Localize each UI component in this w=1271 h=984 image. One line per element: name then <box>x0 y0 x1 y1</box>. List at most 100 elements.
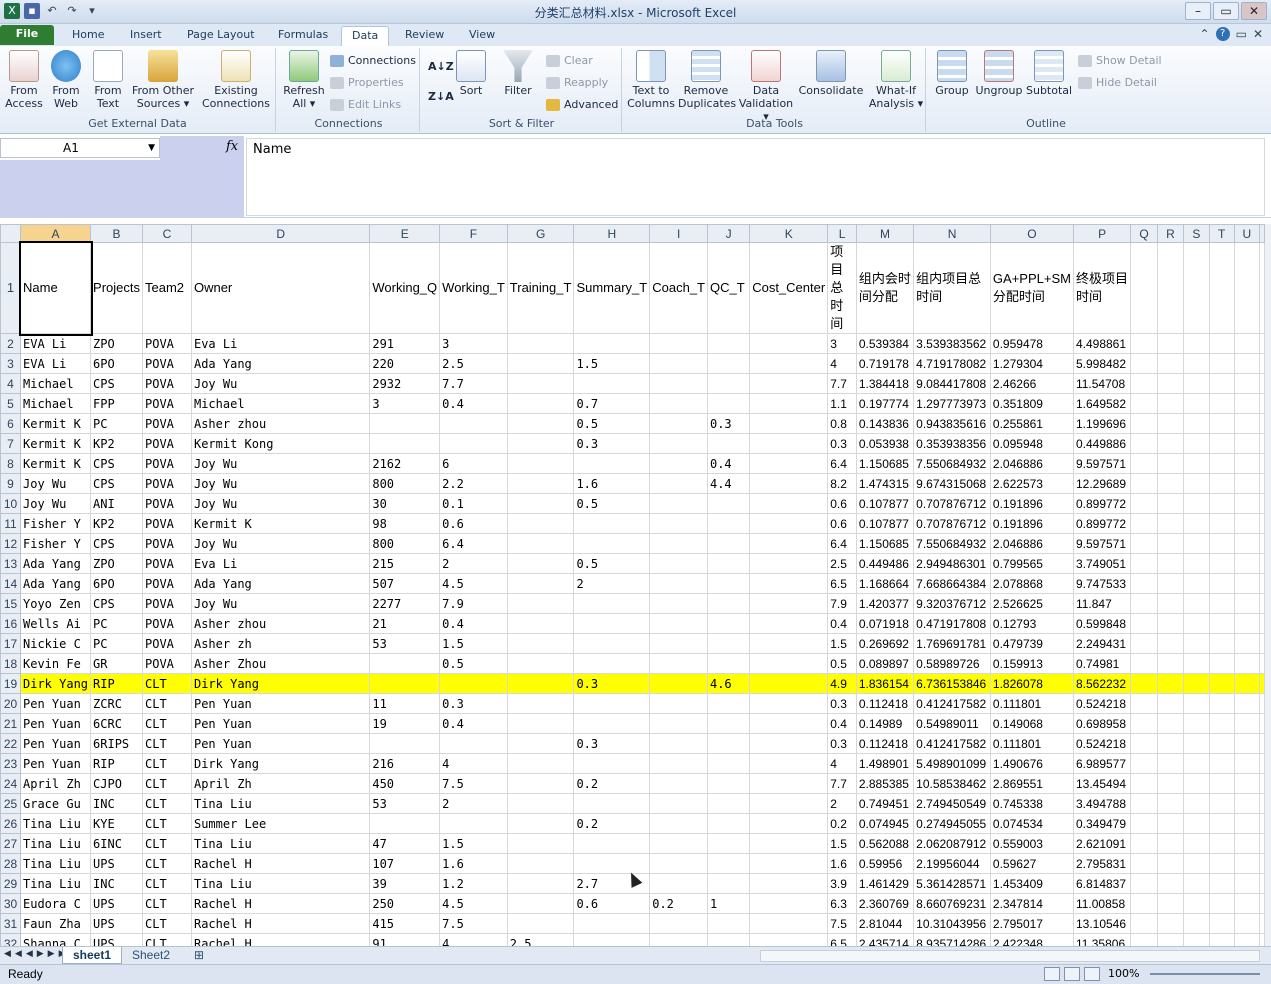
cell[interactable]: 9.084417808 <box>913 373 991 394</box>
cell[interactable]: Asher zhou <box>190 613 371 634</box>
cell[interactable] <box>1130 533 1158 554</box>
cell[interactable]: 0.719178 <box>855 353 915 374</box>
cell[interactable] <box>1183 773 1210 794</box>
cell[interactable]: 2.046886 <box>989 533 1074 554</box>
cell[interactable]: CLT <box>142 693 192 714</box>
cell[interactable]: 3.9 <box>827 873 857 894</box>
cell[interactable]: Ada Yang <box>19 553 92 574</box>
cell[interactable]: CLT <box>142 833 192 854</box>
row-header[interactable]: 7 <box>0 433 21 454</box>
cell[interactable]: CLT <box>142 913 192 934</box>
cell[interactable] <box>1208 513 1235 534</box>
chevron-down-icon[interactable]: ▼ <box>148 139 155 157</box>
cell[interactable]: 0.539384 <box>855 333 915 354</box>
cell[interactable]: CPS <box>90 453 143 474</box>
cell[interactable]: 0.191896 <box>989 513 1074 534</box>
cell[interactable]: POVA <box>142 453 192 474</box>
header-cell[interactable]: 项目总时间 <box>827 242 857 334</box>
cell[interactable] <box>1233 673 1261 694</box>
cell[interactable]: POVA <box>142 573 192 594</box>
cell[interactable] <box>706 573 751 594</box>
row-header[interactable]: 29 <box>0 873 21 894</box>
cell[interactable] <box>749 533 829 554</box>
cell[interactable]: Rachel H <box>190 933 371 946</box>
cell[interactable]: 2 <box>573 573 651 594</box>
cell[interactable] <box>1183 713 1210 734</box>
cell[interactable]: 0.599848 <box>1072 613 1132 634</box>
data-validation-button[interactable]: Data Validation ▾ <box>736 50 796 123</box>
cell[interactable]: POVA <box>142 393 192 414</box>
cell[interactable] <box>649 533 708 554</box>
cell[interactable]: 1.6 <box>573 473 651 494</box>
cell[interactable] <box>439 673 508 694</box>
cell[interactable]: 0.353938356 <box>913 433 991 454</box>
row-header[interactable]: 11 <box>0 513 21 534</box>
cell[interactable]: 2.078868 <box>989 573 1074 594</box>
cell[interactable]: 0.59627 <box>989 853 1074 874</box>
cell[interactable] <box>1156 593 1185 614</box>
cell[interactable] <box>649 853 708 874</box>
cell[interactable] <box>1130 593 1158 614</box>
cell[interactable] <box>1183 573 1210 594</box>
cell[interactable] <box>749 553 829 574</box>
cell[interactable] <box>1156 453 1185 474</box>
cell[interactable]: 1.279304 <box>989 353 1074 374</box>
cell[interactable]: POVA <box>142 553 192 574</box>
cell[interactable] <box>749 413 829 434</box>
cell[interactable]: 7.668664384 <box>913 573 991 594</box>
cell[interactable] <box>506 753 575 774</box>
cell[interactable]: 2.5 <box>827 553 857 574</box>
cell[interactable]: 4.6 <box>706 673 751 694</box>
cell[interactable]: FPP <box>90 393 143 414</box>
cell[interactable]: 0.274945055 <box>913 813 991 834</box>
cell[interactable]: 0.111801 <box>989 693 1074 714</box>
cell[interactable] <box>1208 393 1235 414</box>
cell[interactable] <box>1183 453 1210 474</box>
cell[interactable]: Shanna C <box>19 933 92 946</box>
cell[interactable] <box>1130 613 1158 634</box>
cell[interactable]: Pen Yuan <box>190 693 371 714</box>
cell[interactable] <box>1156 853 1185 874</box>
cell[interactable]: CPS <box>90 593 143 614</box>
cell[interactable]: 2 <box>439 793 508 814</box>
cell[interactable]: 2.46266 <box>989 373 1074 394</box>
cell[interactable] <box>1208 853 1235 874</box>
cell[interactable] <box>573 933 651 946</box>
cell[interactable] <box>506 613 575 634</box>
cell[interactable]: 800 <box>369 533 441 554</box>
cell[interactable] <box>1156 713 1185 734</box>
cell[interactable] <box>1208 733 1235 754</box>
cell[interactable]: CLT <box>142 673 192 694</box>
cell[interactable]: 0.3 <box>827 693 857 714</box>
column-header[interactable]: A <box>19 224 92 243</box>
cell[interactable] <box>1156 413 1185 434</box>
cell[interactable]: 0.899772 <box>1072 513 1132 534</box>
cell[interactable]: 0.089897 <box>855 653 915 674</box>
cell[interactable]: 0.449886 <box>1072 433 1132 454</box>
cell[interactable] <box>506 353 575 374</box>
cell[interactable]: CPS <box>90 373 143 394</box>
cell[interactable]: ZCRC <box>90 693 143 714</box>
cell[interactable] <box>649 933 708 946</box>
cell[interactable] <box>749 613 829 634</box>
cell[interactable]: Tina Liu <box>19 853 92 874</box>
cell[interactable]: 0.2 <box>827 813 857 834</box>
row-header[interactable]: 10 <box>0 493 21 514</box>
cell[interactable]: 2.435714 <box>855 933 915 946</box>
cell[interactable] <box>1130 413 1158 434</box>
cell[interactable] <box>439 413 508 434</box>
cell[interactable]: 0.479739 <box>989 633 1074 654</box>
cell[interactable] <box>506 773 575 794</box>
column-header[interactable]: T <box>1208 224 1235 243</box>
cell[interactable] <box>1183 813 1210 834</box>
cell[interactable]: 0.749451 <box>855 793 915 814</box>
cell[interactable]: 0.6 <box>573 893 651 914</box>
cell[interactable]: 0.3 <box>439 693 508 714</box>
cell[interactable]: 2.5 <box>439 353 508 374</box>
cell[interactable]: POVA <box>142 333 192 354</box>
column-header[interactable]: M <box>855 224 915 243</box>
cell[interactable]: 6INC <box>90 833 143 854</box>
header-cell[interactable]: 组内会时间分配 <box>855 242 915 334</box>
cell[interactable] <box>706 713 751 734</box>
cell[interactable]: 216 <box>369 753 441 774</box>
